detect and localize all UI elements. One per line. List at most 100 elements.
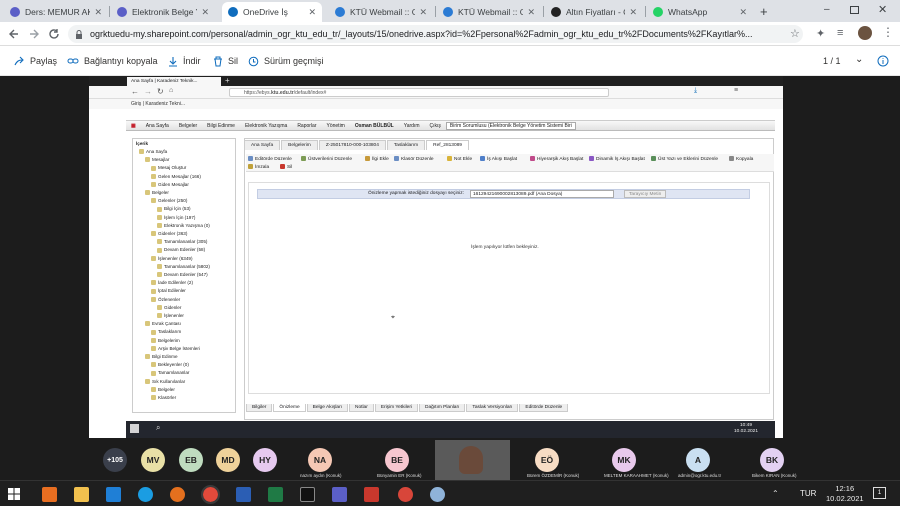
browser-tab[interactable]: KTÜ Webmail :: Ge...✕ — [437, 2, 541, 22]
tree-item[interactable]: Mesajlar — [145, 157, 169, 163]
menu-logout[interactable]: Çıkış — [425, 123, 446, 129]
bottom-tab[interactable]: Editörde Düzenle — [519, 404, 569, 412]
bottom-tab[interactable]: Dağıtım Planları — [419, 404, 466, 412]
menu-item[interactable]: Elektronik Yazışma — [240, 123, 292, 129]
tree-item[interactable]: Arşiv Belge İstemleri — [151, 346, 200, 352]
toolbar-button[interactable]: Not Ekle — [447, 156, 472, 162]
tree-item[interactable]: Gelen Mesajlar (166) — [151, 174, 201, 180]
participant-avatar[interactable]: HY — [253, 448, 277, 472]
tree-item[interactable]: Bekleyenler (0) — [151, 362, 189, 368]
menu-item[interactable]: Bilgi Edinme — [202, 123, 240, 129]
app-icon-1[interactable] — [42, 487, 57, 502]
toolbar-button[interactable]: Üst Yazı ve Eklerini Düzenle — [651, 156, 718, 162]
tree-item[interactable]: Gelenler (250) — [151, 198, 187, 204]
tree-item[interactable]: Belgeler — [151, 387, 175, 393]
participant-avatar[interactable]: EB — [179, 448, 203, 472]
participant-avatar[interactable]: MK — [612, 448, 636, 472]
participant-avatar[interactable]: BK — [760, 448, 784, 472]
bottom-tab[interactable]: Belge Akışları — [306, 404, 349, 412]
tray-chevron-icon[interactable]: ⌃ — [772, 489, 779, 498]
toolbar-button[interactable]: Editörde Düzenle — [248, 156, 292, 162]
close-tab-icon[interactable]: ✕ — [201, 7, 209, 18]
menu-item[interactable]: Yönetim — [322, 123, 350, 129]
toolbar-button[interactable]: İlgi Ekle — [365, 156, 389, 162]
bottom-tab[interactable]: Önizleme — [273, 404, 306, 412]
delete-button[interactable]: Sil — [213, 46, 238, 76]
file-select[interactable]: 16129421690002813089.pdf (Ana Dosya) — [470, 190, 614, 198]
minimize-window-button[interactable]: – — [824, 4, 830, 15]
toolbar-button[interactable]: İş Akışı Başlat — [480, 156, 517, 162]
tree-item[interactable]: İşlem İçin (197) — [157, 215, 195, 221]
menu-item[interactable]: Belgeler — [174, 123, 202, 129]
tree-item[interactable]: Gidenler (363) — [151, 231, 187, 237]
bottom-tab[interactable]: Erişim Yetkileri — [374, 404, 419, 412]
version-history-button[interactable]: Sürüm geçmişi — [248, 46, 324, 76]
participant-avatar[interactable]: BE — [385, 448, 409, 472]
tree-item[interactable]: Mesaj Oluştur — [151, 165, 186, 171]
tree-item[interactable]: Tamamlananlar — [151, 370, 189, 376]
tree-item[interactable]: Tamamlananlar (5802) — [157, 264, 210, 270]
menu-help[interactable]: Yardım — [399, 123, 425, 129]
tree-item[interactable]: Klasörler — [151, 395, 176, 401]
remote-back-icon[interactable]: ← — [131, 87, 139, 96]
tree-item[interactable]: Bilgi Edinme — [145, 354, 178, 360]
close-tab-icon[interactable]: ✕ — [527, 7, 535, 18]
copy-link-button[interactable]: Bağlantıyı kopyala — [67, 46, 158, 76]
tree-item[interactable]: Devam Edenler (58) — [157, 247, 205, 253]
remote-start-icon[interactable] — [130, 424, 139, 433]
menu-item[interactable]: Raporlar — [292, 123, 321, 129]
close-tab-icon[interactable]: ✕ — [308, 7, 316, 18]
toolbar-button[interactable]: Üstverilerini Düzenle — [301, 156, 352, 162]
role-select[interactable]: Birim Sorumlusu (Elektronik Belge Yöneti… — [445, 121, 576, 130]
tree-item[interactable]: Taslaklarım — [151, 329, 181, 335]
user-name[interactable]: Osman BÜLBÜL — [350, 123, 399, 129]
close-tab-icon[interactable]: ✕ — [629, 7, 637, 18]
tree-item[interactable]: Belgelerim — [151, 338, 180, 344]
reload-icon[interactable] — [48, 28, 60, 40]
close-tab-icon[interactable]: ✕ — [739, 7, 747, 18]
tree-item[interactable]: Gidenler — [157, 305, 181, 311]
address-bar[interactable]: ogrktuedu-my.sharepoint.com/personal/adm… — [68, 25, 803, 43]
browser-tab[interactable]: Ders: MEMUR AK...✕ — [4, 2, 108, 22]
close-tab-icon[interactable]: ✕ — [419, 7, 427, 18]
system-clock[interactable]: 12:16 10.02.2021 — [826, 484, 864, 504]
document-tab[interactable]: Belgelerim — [281, 140, 318, 150]
tree-item[interactable]: İşlenenler — [157, 313, 184, 319]
toolbar-button[interactable]: İmzala — [248, 164, 269, 170]
tree-item[interactable]: Devam Edenler (547) — [157, 272, 208, 278]
extensions-icon[interactable]: ✦ — [816, 27, 825, 40]
bottom-tab[interactable]: Taslak Versiyonları — [466, 404, 519, 412]
browser-tab[interactable]: OneDrive İş ✕ — [222, 2, 322, 22]
tree-item[interactable]: Bilgi İçin (53) — [157, 206, 191, 212]
forward-icon[interactable] — [28, 28, 40, 40]
file-explorer-icon[interactable] — [74, 487, 89, 502]
participant-avatar[interactable]: EÖ — [535, 448, 559, 472]
edge-icon[interactable] — [138, 487, 153, 502]
app-icon-3[interactable] — [430, 487, 445, 502]
browser-menu-icon[interactable]: ⋮ — [882, 25, 894, 39]
bookmark-star-icon[interactable]: ☆ — [790, 27, 800, 40]
word-icon[interactable] — [236, 487, 251, 502]
browser-tab[interactable]: KTÜ Webmail :: Ge...✕ — [329, 2, 433, 22]
toolbar-button[interactable]: Dinamik İş Akışı Başlat — [589, 156, 645, 162]
remote-menu-icon[interactable]: ≡ — [734, 87, 738, 94]
chevron-down-icon[interactable]: ⌄ — [855, 54, 863, 65]
toolbar-button[interactable]: Kopyala — [729, 156, 753, 162]
tree-item[interactable]: Belgeler — [145, 190, 169, 196]
new-tab-button[interactable]: + — [760, 4, 768, 19]
participant-avatar[interactable]: NA — [308, 448, 332, 472]
tree-item[interactable]: Sık Kullanılanlar — [145, 379, 185, 385]
tree-item[interactable]: Tamamlananlar (305) — [157, 239, 207, 245]
chrome-icon[interactable] — [201, 485, 220, 504]
download-button[interactable]: İndir — [168, 46, 201, 76]
tree-item[interactable]: Giden Mesajlar — [151, 182, 189, 188]
excel-icon[interactable] — [268, 487, 283, 502]
document-tab[interactable]: Ref_2813089 — [426, 140, 469, 150]
remote-address-bar[interactable]: https://ebys.ktu.edu.tr/default/index# — [229, 88, 609, 97]
remote-reload-icon[interactable]: ↻ — [157, 87, 164, 96]
close-tab-icon[interactable]: ✕ — [94, 7, 102, 18]
remote-new-tab-button[interactable]: + — [225, 76, 230, 85]
remote-tab[interactable]: Ana Sayfa | Karadeniz Teknik... — [127, 77, 221, 86]
bottom-tab[interactable]: Bilgiler — [246, 404, 273, 412]
menu-item[interactable]: Ana Sayfa — [141, 123, 174, 129]
